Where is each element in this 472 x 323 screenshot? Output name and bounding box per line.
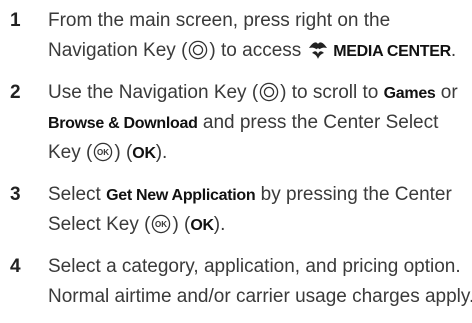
center-select-key-icon: OK [151, 214, 171, 244]
text-run: Select [48, 184, 107, 205]
text-run: Key ( [48, 142, 93, 163]
step-text: Use the Navigation Key ( ) to scroll to G… [48, 78, 468, 168]
step-line: Key (OK) (OK). [48, 138, 468, 168]
step-line: Select Get New Application by pressing t… [48, 180, 468, 210]
step-line: Select a category, application, and pric… [48, 256, 461, 277]
navigation-key-icon [188, 40, 208, 70]
step-number: 3 [10, 184, 21, 205]
text-run: ) ( [172, 214, 191, 235]
step-number: 1 [10, 10, 21, 31]
step-line: Normal airtime and/or carrier usage char… [48, 286, 472, 307]
text-run: ) ( [114, 142, 133, 163]
text-run: ). [155, 142, 168, 163]
step-number: 4 [10, 256, 21, 277]
media-center-icon [307, 39, 329, 71]
step-line: Select Key (OK) (OK). [48, 210, 468, 240]
text-run: Use the Navigation Key ( [48, 82, 259, 103]
step-text: From the main screen, press right on the… [48, 6, 468, 66]
instructions-page: 1 From the main screen, press right on t… [0, 0, 472, 323]
text-run: . [450, 40, 457, 61]
step-line: Browse & Download and press the Center S… [48, 108, 468, 138]
ok-label: OK [132, 145, 156, 162]
step-line: Navigation Key ( ) to access MEDIA CENTER. [48, 36, 468, 66]
step-number: 2 [10, 82, 21, 103]
text-run: and press the Center Select [197, 112, 439, 133]
step-text: Select a category, application, and pric… [48, 252, 472, 312]
step-line: From the main screen, press right on the [48, 10, 391, 31]
games-label: Games [383, 85, 436, 102]
media-center-label: MEDIA CENTER [333, 43, 451, 60]
browse-download-label: Browse & Download [48, 115, 198, 132]
text-run: by pressing the Center [255, 184, 452, 205]
text-run: ) to scroll to [280, 82, 384, 103]
text-run: ). [213, 214, 226, 235]
step-text: Select Get New Application by pressing t… [48, 180, 468, 240]
svg-text:OK: OK [97, 148, 109, 157]
center-select-key-icon: OK [93, 142, 113, 172]
get-new-application-label: Get New Application [106, 187, 256, 204]
text-run: ) to access [209, 40, 302, 61]
text-run: Select Key ( [48, 214, 151, 235]
svg-text:OK: OK [155, 220, 167, 229]
step-line: Use the Navigation Key ( ) to scroll to G… [48, 78, 468, 108]
text-run: or [435, 82, 458, 103]
text-run: Navigation Key ( [48, 40, 188, 61]
ok-label: OK [190, 217, 214, 234]
